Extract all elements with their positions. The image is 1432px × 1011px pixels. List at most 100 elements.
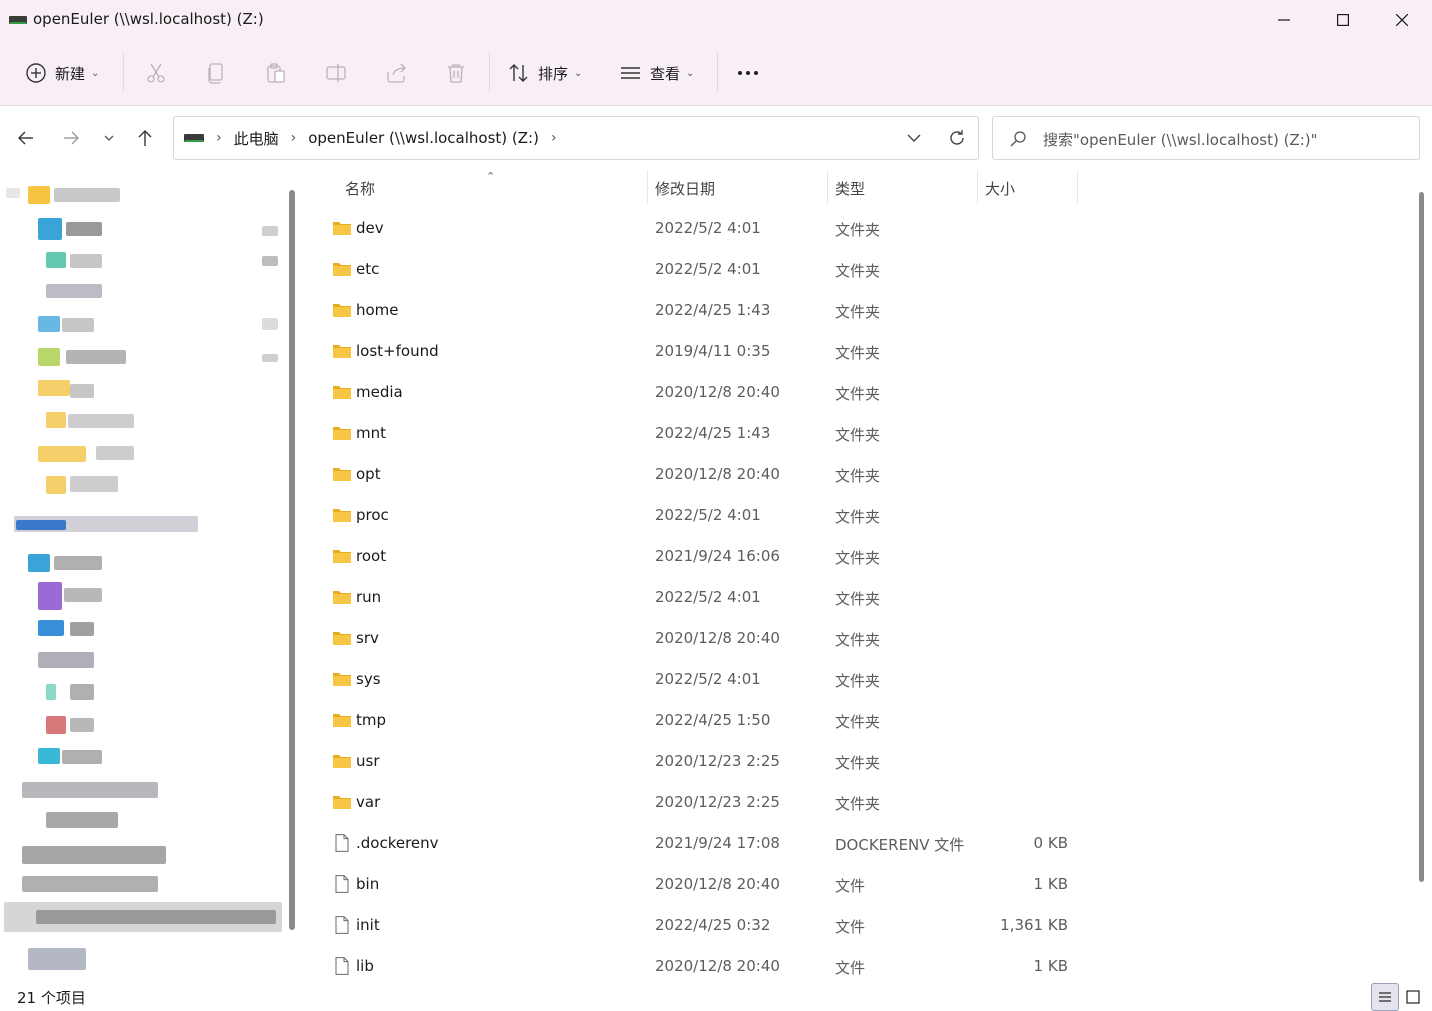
paste-button[interactable] [265,40,287,106]
file-row[interactable]: mnt 2022/4/25 1:43 文件夹 [326,414,1086,455]
file-row[interactable]: init 2022/4/25 0:32 文件 1,361 KB [326,906,1086,947]
file-name[interactable]: dev [356,219,384,237]
cut-button[interactable] [145,40,167,106]
crumb-this-pc[interactable]: 此电脑 [234,128,279,149]
file-name[interactable]: bin [356,875,379,893]
view-button[interactable]: 查看 ⌄ [620,40,694,106]
tree-item-obscured[interactable] [38,218,62,240]
tree-item-obscured[interactable] [70,684,94,700]
tree-item-obscured[interactable] [68,414,134,428]
file-row[interactable]: var 2020/12/23 2:25 文件夹 [326,783,1086,824]
tree-item-obscured[interactable] [46,476,66,494]
file-row[interactable]: dev 2022/5/2 4:01 文件夹 [326,209,1086,250]
tree-item-obscured[interactable] [38,446,86,462]
refresh-button[interactable] [942,123,972,153]
file-name[interactable]: .dockerenv [356,834,439,852]
back-button[interactable] [10,122,42,154]
file-name[interactable]: proc [356,506,389,524]
file-name[interactable]: lib [356,957,374,975]
tree-item-obscured[interactable] [46,812,118,828]
file-name[interactable]: usr [356,752,380,770]
file-name[interactable]: tmp [356,711,386,729]
file-row[interactable]: .dockerenv 2021/9/24 17:08 DOCKERENV 文件 0 K… [326,824,1086,865]
tree-item-obscured[interactable] [54,556,102,570]
tree-item-obscured[interactable] [62,318,94,332]
minimize-button[interactable] [1255,0,1313,40]
tree-item-obscured[interactable] [16,520,66,530]
tree-item-obscured[interactable] [22,876,158,892]
file-row[interactable]: tmp 2022/4/25 1:50 文件夹 [326,701,1086,742]
file-row[interactable]: sys 2022/5/2 4:01 文件夹 [326,660,1086,701]
file-row[interactable]: proc 2022/5/2 4:01 文件夹 [326,496,1086,537]
file-name[interactable]: lost+found [356,342,439,360]
file-name[interactable]: root [356,547,386,565]
file-name[interactable]: init [356,916,380,934]
tree-item-obscured[interactable] [38,620,64,636]
column-header-type[interactable]: 类型 [835,170,865,206]
address-bar[interactable]: › 此电脑 › openEuler (\\wsl.localhost) (Z:)… [173,116,979,160]
file-name[interactable]: run [356,588,381,606]
tree-item-obscured[interactable] [54,188,120,202]
file-row[interactable]: media 2020/12/8 20:40 文件夹 [326,373,1086,414]
file-name[interactable]: var [356,793,380,811]
search-input[interactable]: 搜索"openEuler (\\wsl.localhost) (Z:)" [1043,129,1318,150]
tree-item-obscured[interactable] [62,750,102,764]
crumb-openeuler[interactable]: openEuler (\\wsl.localhost) (Z:) [308,129,539,147]
column-divider[interactable] [647,170,648,204]
search-box[interactable]: 搜索"openEuler (\\wsl.localhost) (Z:)" [992,116,1420,160]
file-name[interactable]: sys [356,670,381,688]
tree-item-obscured[interactable] [96,446,134,460]
file-list-scrollbar[interactable] [1419,192,1424,882]
column-header-name[interactable]: 名称 [345,170,375,206]
tree-item-obscured[interactable] [66,222,102,236]
file-name[interactable]: home [356,301,399,319]
sidebar-scrollbar[interactable] [289,190,295,930]
column-divider[interactable] [827,170,828,204]
tree-item-obscured[interactable] [66,350,126,364]
tree-item-obscured[interactable] [38,380,70,396]
share-button[interactable] [385,40,407,106]
rename-button[interactable] [325,40,347,106]
tree-item-obscured[interactable] [38,652,94,668]
tree-item-obscured[interactable] [70,384,94,398]
tree-item-obscured[interactable] [262,354,278,362]
tree-item-obscured[interactable] [38,582,62,610]
file-row[interactable]: bin 2020/12/8 20:40 文件 1 KB [326,865,1086,906]
file-row[interactable]: home 2022/4/25 1:43 文件夹 [326,291,1086,332]
file-row[interactable]: run 2022/5/2 4:01 文件夹 [326,578,1086,619]
up-button[interactable] [129,122,161,154]
tree-item-obscured[interactable] [262,226,278,236]
file-row[interactable]: usr 2020/12/23 2:25 文件夹 [326,742,1086,783]
tree-item-obscured[interactable] [6,188,20,198]
tree-item-obscured[interactable] [22,782,158,798]
column-divider[interactable] [1077,170,1078,204]
close-button[interactable] [1373,0,1431,40]
file-row[interactable]: opt 2020/12/8 20:40 文件夹 [326,455,1086,496]
new-button[interactable]: 新建 ⌄ [25,40,99,106]
tree-item-obscured[interactable] [262,256,278,266]
tree-item-obscured[interactable] [70,718,94,732]
tree-item-obscured[interactable] [64,588,102,602]
file-row[interactable]: srv 2020/12/8 20:40 文件夹 [326,619,1086,660]
tiles-view-button[interactable] [1399,983,1427,1011]
file-name[interactable]: srv [356,629,379,647]
file-row[interactable]: root 2021/9/24 16:06 文件夹 [326,537,1086,578]
tree-item-obscured[interactable] [28,186,50,204]
forward-button[interactable] [55,122,87,154]
tree-item-obscured[interactable] [70,254,102,268]
chevron-right-icon[interactable]: › [551,130,557,146]
tree-item-obscured[interactable] [46,412,66,428]
delete-button[interactable] [445,40,467,106]
tree-item-obscured[interactable] [46,284,102,298]
tree-item-obscured[interactable] [38,316,60,332]
column-header-size[interactable]: 大小 [985,170,1015,206]
file-name[interactable]: opt [356,465,381,483]
tree-item-obscured[interactable] [70,622,94,636]
file-name[interactable]: etc [356,260,379,278]
column-header-date[interactable]: 修改日期 [655,170,715,206]
tree-item-obscured[interactable] [38,748,60,764]
recent-locations-button[interactable] [93,122,125,154]
chevron-right-icon[interactable]: › [291,130,297,146]
file-name[interactable]: mnt [356,424,386,442]
tree-item-obscured[interactable] [70,476,118,492]
